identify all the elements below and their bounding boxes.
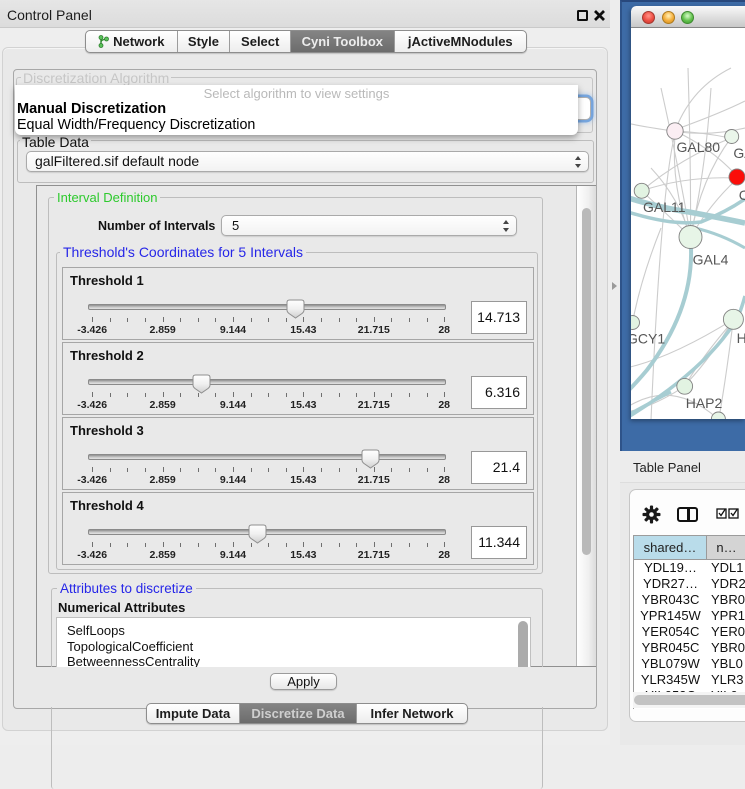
svg-text:GAL: GAL (733, 145, 745, 161)
svg-text:GCY1: GCY1 (631, 331, 665, 347)
svg-text:GAL4: GAL4 (693, 252, 729, 268)
svg-text:H: H (737, 330, 745, 346)
svg-text:GAL80: GAL80 (677, 139, 721, 155)
svg-text:HAP2: HAP2 (686, 395, 723, 411)
svg-text:GAL11: GAL11 (643, 199, 686, 215)
svg-text:C: C (739, 187, 745, 203)
